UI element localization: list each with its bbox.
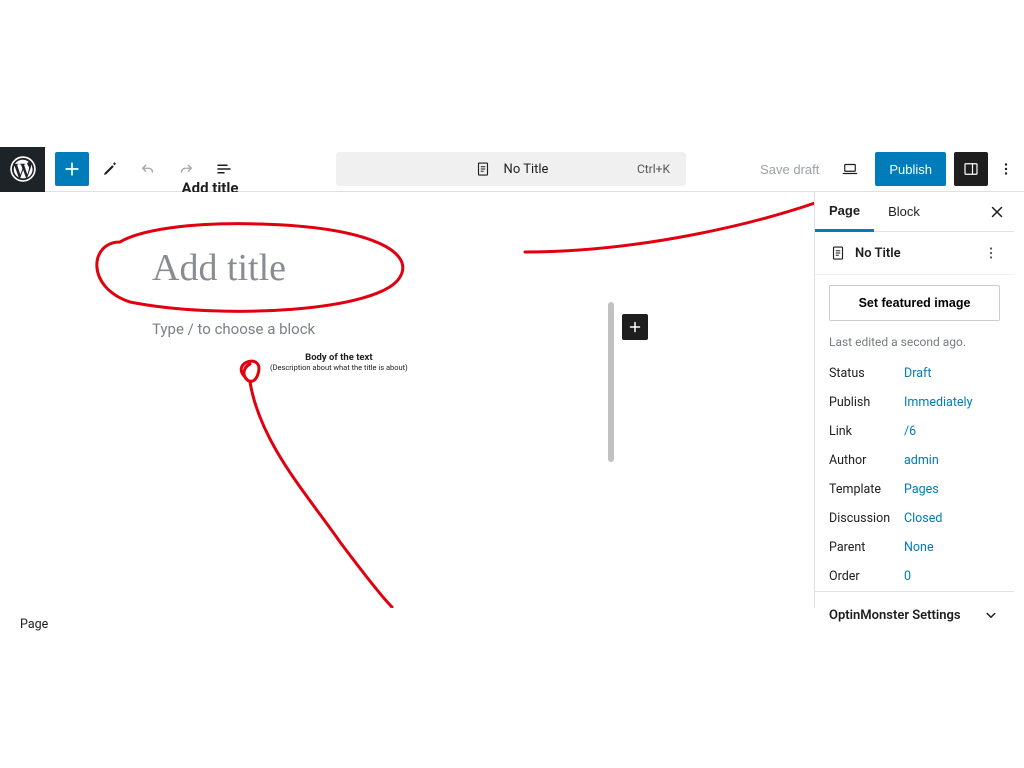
more-vertical-icon xyxy=(997,160,1015,178)
sidebar-doc-row[interactable]: No Title xyxy=(815,232,1014,275)
meta-row-order[interactable]: Order0 xyxy=(815,562,1014,591)
blank-region xyxy=(0,0,1024,147)
options-button[interactable] xyxy=(992,152,1020,186)
post-title-input[interactable]: Add title xyxy=(152,246,286,290)
ink-arrow-body xyxy=(210,352,430,608)
page-icon xyxy=(474,160,492,178)
sidebar-doc-more[interactable] xyxy=(982,244,1000,262)
footer-breadcrumb[interactable]: Page xyxy=(20,617,48,632)
laptop-icon xyxy=(841,160,859,178)
settings-sidebar: Page Block No Title Set featured image L… xyxy=(814,192,1014,608)
undo-icon xyxy=(139,160,157,178)
meta-row-link[interactable]: Link/6 xyxy=(815,417,1014,446)
wp-logo[interactable] xyxy=(0,147,45,192)
command-bar-shortcut: Ctrl+K xyxy=(637,162,670,176)
meta-row-template[interactable]: TemplatePages xyxy=(815,475,1014,504)
ink-arrow-publish xyxy=(510,192,814,272)
optinmonster-panel[interactable]: OptinMonster Settings xyxy=(815,591,1014,638)
main-area: Add title Type / to choose a block Body … xyxy=(10,192,1014,608)
save-draft-button[interactable]: Save draft xyxy=(750,162,829,177)
more-vertical-icon xyxy=(982,244,1000,262)
wordpress-icon xyxy=(10,156,36,182)
close-icon xyxy=(988,203,1006,221)
command-bar-title: No Title xyxy=(504,162,549,177)
page-icon xyxy=(829,244,847,262)
annotation-body: Body of the text (Description about what… xyxy=(270,352,408,372)
last-edited-text: Last edited a second ago. xyxy=(815,331,1014,359)
sidebar-icon xyxy=(962,160,980,178)
meta-row-publish[interactable]: PublishImmediately xyxy=(815,388,1014,417)
block-placeholder[interactable]: Type / to choose a block xyxy=(152,320,315,338)
tab-block[interactable]: Block xyxy=(874,192,934,232)
pencil-icon xyxy=(101,160,119,178)
command-bar[interactable]: No Title Ctrl+K xyxy=(336,152,686,186)
meta-row-parent[interactable]: ParentNone xyxy=(815,533,1014,562)
sidebar-doc-title: No Title xyxy=(855,246,901,261)
publish-button[interactable]: Publish xyxy=(875,152,946,186)
tab-page[interactable]: Page xyxy=(815,192,874,232)
add-block-inline-button[interactable] xyxy=(622,314,648,340)
plus-icon xyxy=(62,159,82,179)
meta-row-discussion[interactable]: DiscussionClosed xyxy=(815,504,1014,533)
plus-icon xyxy=(626,318,644,336)
editor-canvas[interactable]: Add title Type / to choose a block Body … xyxy=(10,192,814,608)
redo-icon xyxy=(177,160,195,178)
sidebar-tabs: Page Block xyxy=(815,192,1014,232)
page-meta-list: StatusDraft PublishImmediately Link/6 Au… xyxy=(815,359,1014,591)
vertical-scrollbar[interactable] xyxy=(608,192,614,608)
set-featured-image-button[interactable]: Set featured image xyxy=(829,285,1000,321)
close-sidebar-button[interactable] xyxy=(988,203,1006,221)
chevron-down-icon xyxy=(982,606,1000,624)
add-block-button[interactable] xyxy=(55,152,89,186)
settings-toggle-button[interactable] xyxy=(954,152,988,186)
list-icon xyxy=(215,160,233,178)
preview-button[interactable] xyxy=(833,152,867,186)
meta-row-author[interactable]: Authoradmin xyxy=(815,446,1014,475)
meta-row-status[interactable]: StatusDraft xyxy=(815,359,1014,388)
